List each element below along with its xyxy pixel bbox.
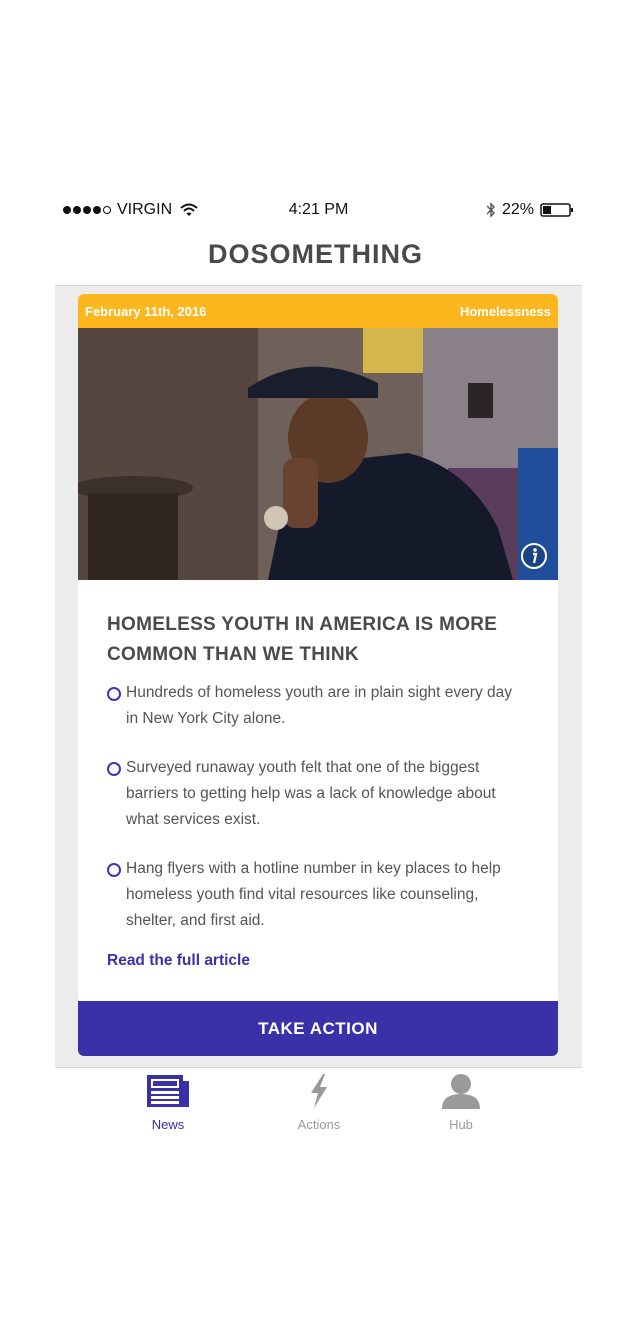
news-card: February 11th, 2016 Homelessness HOMELES…	[78, 294, 558, 1056]
fact-line: Surveyed runaway youth felt that one of …	[126, 759, 480, 776]
info-icon[interactable]	[520, 542, 548, 570]
app-title: DOSOMETHING	[207, 239, 423, 269]
fact-line: barriers to getting help was a lack of k…	[126, 785, 496, 802]
status-right: 22%	[486, 201, 574, 219]
fact-line: Hundreds of homeless youth are in plain …	[126, 684, 512, 701]
fact-item: Hundreds of homeless youth are in plain …	[107, 680, 530, 732]
headline-line-1: HOMELESS YOUTH IN AMERICA IS MORE	[107, 614, 498, 635]
card-header: February 11th, 2016 Homelessness	[78, 294, 558, 328]
lightning-icon	[311, 1074, 327, 1108]
tab-label-news: News	[151, 1117, 185, 1132]
fact-line: shelter, and first aid.	[126, 912, 265, 929]
circle-bullet-icon	[107, 762, 121, 776]
fact-item: Surveyed runaway youth felt that one of …	[107, 755, 530, 833]
circle-bullet-icon	[107, 863, 121, 877]
battery-percent: 22%	[501, 201, 534, 218]
user-icon	[442, 1074, 480, 1109]
fact-line: Hang flyers with a hotline number in key…	[126, 860, 501, 877]
tab-bar: News Actions Hub	[55, 1067, 582, 1139]
newspaper-icon	[147, 1075, 189, 1107]
news-feed[interactable]: February 11th, 2016 Homelessness HOMELES…	[55, 285, 582, 1068]
card-date: February 11th, 2016	[85, 304, 207, 319]
headline-line-2: COMMON THAN WE THINK	[107, 644, 359, 665]
read-full-article-link[interactable]: Read the full article	[107, 952, 530, 970]
battery-icon	[540, 203, 573, 217]
tab-actions[interactable]: Actions	[264, 1073, 374, 1132]
article-headline: HOMELESS YOUTH IN AMERICA IS MORE COMMON…	[107, 610, 530, 670]
card-body: HOMELESS YOUTH IN AMERICA IS MORE COMMON…	[78, 580, 558, 970]
circle-bullet-icon	[107, 687, 121, 701]
fact-line: homeless youth find vital resources like…	[126, 886, 479, 903]
fact-line: in New York City alone.	[126, 710, 286, 727]
card-category: Homelessness	[459, 304, 551, 319]
tab-label-hub: Hub	[449, 1117, 473, 1132]
fact-list: Hundreds of homeless youth are in plain …	[107, 680, 530, 934]
photo-illustration	[78, 328, 558, 580]
tab-hub[interactable]: Hub	[406, 1073, 516, 1132]
status-bar: VIRGIN 4:21 PM 22%	[55, 198, 582, 224]
article-photo	[78, 328, 558, 580]
tab-news[interactable]: News	[113, 1073, 223, 1132]
tab-label-actions: Actions	[297, 1117, 341, 1132]
fact-item: Hang flyers with a hotline number in key…	[107, 856, 530, 934]
take-action-button[interactable]: TAKE ACTION	[78, 1001, 558, 1056]
bluetooth-icon	[486, 202, 495, 218]
fact-line: what services exist.	[126, 811, 261, 828]
